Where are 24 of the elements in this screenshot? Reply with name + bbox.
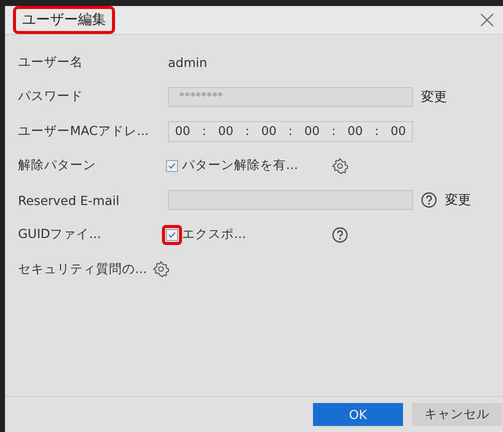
field-label: ユーザー名 bbox=[18, 54, 84, 71]
checkbox-label: パターン解除を有... bbox=[182, 157, 299, 174]
field-value: admin bbox=[168, 54, 208, 70]
field-label: ユーザーMACアドレ... bbox=[18, 122, 150, 140]
close-icon[interactable] bbox=[479, 12, 495, 28]
ok-button[interactable]: OK bbox=[313, 403, 403, 426]
field-label: GUIDファイ... bbox=[18, 226, 102, 244]
dialog-title: ユーザー編集 bbox=[13, 6, 115, 34]
field-label: 解除パターン bbox=[18, 157, 97, 174]
checkbox[interactable] bbox=[166, 228, 178, 241]
change-link[interactable]: 変更 bbox=[421, 88, 447, 106]
settings-icon[interactable] bbox=[152, 261, 169, 278]
checkbox[interactable] bbox=[166, 160, 178, 172]
input-field[interactable] bbox=[168, 190, 413, 210]
help-icon[interactable] bbox=[332, 226, 348, 243]
mac-address-field[interactable]: 00 : 00 : 00 : 00 : 00 : 00 bbox=[168, 120, 413, 142]
cancel-button[interactable]: キャンセル bbox=[412, 403, 502, 426]
change-link[interactable]: 変更 bbox=[445, 191, 471, 210]
field-label: セキュリティ質問の... bbox=[18, 260, 147, 278]
checkbox-label: エクスポ... bbox=[182, 226, 247, 244]
field-label: Reserved E-mail bbox=[18, 192, 120, 208]
help-icon[interactable] bbox=[421, 192, 437, 208]
field-label: パスワード bbox=[18, 88, 84, 106]
settings-icon[interactable] bbox=[332, 158, 348, 174]
